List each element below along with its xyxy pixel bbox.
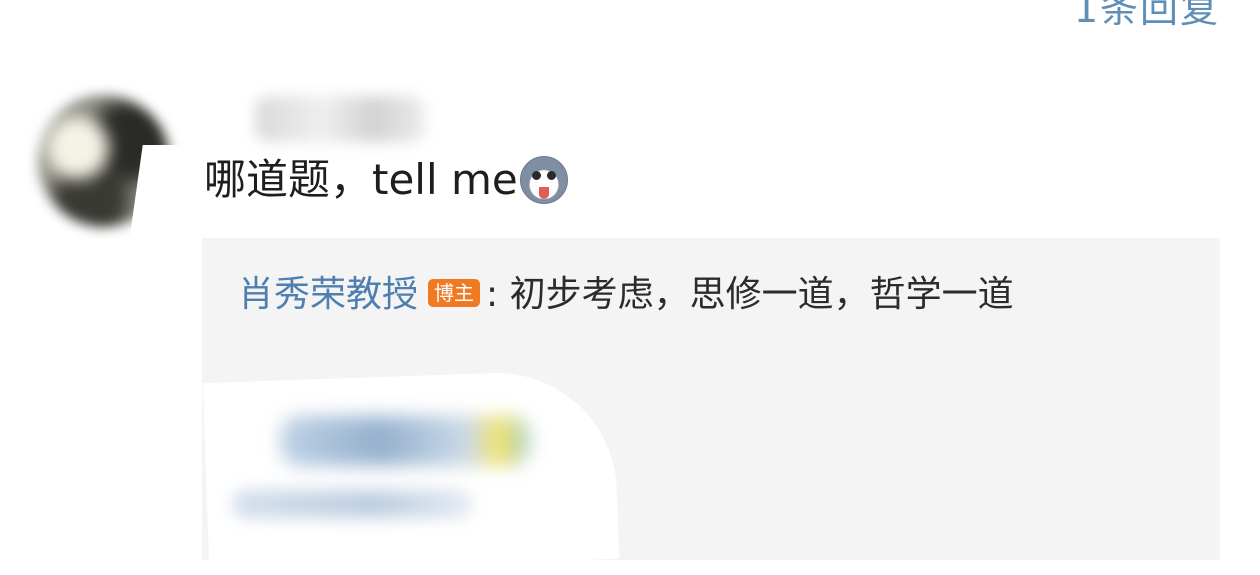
avatar-mask — [127, 145, 213, 255]
username-blurred[interactable] — [255, 96, 425, 142]
reply-text: 肖秀荣教授 博主: 初步考虑，思修一道，哲学一道 — [238, 268, 1138, 322]
blurred-more-replies-link[interactable] — [232, 490, 472, 518]
reply-separator: : — [486, 274, 499, 315]
blogger-badge: 博主 — [428, 279, 481, 307]
reply-author[interactable]: 肖秀荣教授 — [238, 274, 418, 315]
reply-content: 初步考虑，思修一道，哲学一道 — [498, 274, 1014, 315]
top-right-link[interactable]: 1条回复 — [1074, 0, 1220, 33]
comment-body: 哪道题，tell me — [204, 155, 518, 204]
reply-box[interactable]: 肖秀荣教授 博主: 初步考虑，思修一道，哲学一道 — [202, 238, 1220, 574]
blurred-reply-line — [280, 416, 530, 466]
husky-emoji-icon — [519, 156, 568, 204]
blurred-area — [202, 368, 620, 574]
comment-text: 哪道题，tell me — [204, 150, 568, 210]
